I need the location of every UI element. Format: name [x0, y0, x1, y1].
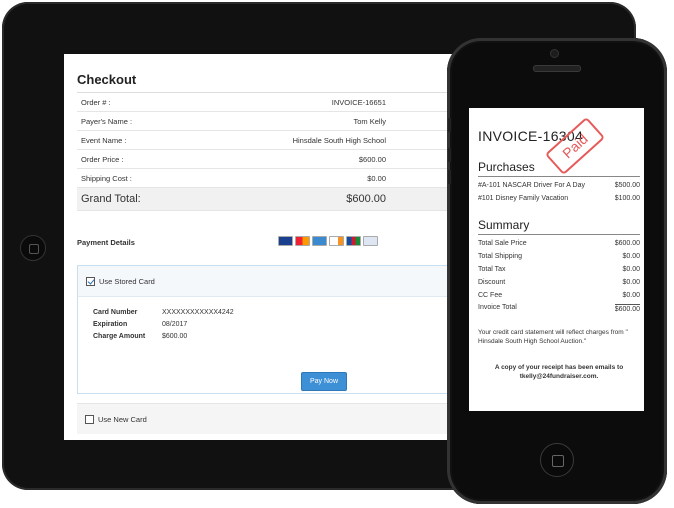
stored-card-panel: Use Stored Card Card Number XXXXXXXXXXXX… — [77, 265, 459, 394]
visa-icon — [278, 236, 293, 246]
new-card-checkbox[interactable] — [85, 414, 94, 424]
use-new-card-option[interactable]: Use New Card — [77, 403, 463, 434]
use-stored-card-option[interactable]: Use Stored Card — [78, 266, 458, 297]
order-number-label: Order # : — [81, 97, 111, 107]
summary-row: Total Shipping $0.00 — [478, 253, 640, 260]
summary-heading: Summary — [478, 218, 530, 232]
summary-label: Total Tax — [478, 266, 506, 273]
pay-now-button[interactable]: Pay Now — [301, 372, 347, 391]
summary-value: $0.00 — [622, 292, 640, 299]
card-number-value: XXXXXXXXXXXX4242 — [162, 308, 234, 316]
use-stored-card-label: Use Stored Card — [99, 276, 155, 286]
purchases-heading: Purchases — [478, 160, 535, 174]
charge-amount-label: Charge Amount — [93, 332, 146, 340]
order-number-row: Order # : INVOICE-16651 — [77, 93, 453, 112]
phone-home-button[interactable] — [540, 443, 574, 477]
order-price-value: $600.00 — [358, 154, 386, 164]
purchase-item: #A-101 NASCAR Driver For A Day $500.00 — [478, 182, 640, 189]
order-price-label: Order Price : — [81, 154, 124, 164]
grand-total-label: Grand Total: — [81, 193, 141, 205]
expiration-value: 08/2017 — [162, 320, 188, 328]
earpiece-speaker — [533, 65, 581, 72]
summary-label: Invoice Total — [478, 304, 517, 311]
summary-value: $0.00 — [622, 279, 640, 286]
mastercard-icon — [295, 236, 310, 246]
grand-total-row: Grand Total: $600.00 — [77, 188, 453, 211]
purchase-item-name: #A-101 NASCAR Driver For A Day — [478, 182, 585, 189]
charge-amount-value: $600.00 — [162, 332, 188, 340]
summary-value: $600.00 — [614, 240, 640, 247]
payer-name-row: Payer's Name : Tom Kelly — [77, 112, 453, 131]
summary-divider — [478, 234, 640, 235]
phone-device: INVOICE-16304 Paid Purchases #A-101 NASC… — [447, 38, 667, 504]
purchase-item-price: $500.00 — [614, 182, 640, 189]
stored-card-checkbox[interactable] — [86, 276, 95, 286]
event-name-value: Hinsdale South High School — [292, 135, 386, 145]
receipt-screen: INVOICE-16304 Paid Purchases #A-101 NASC… — [469, 108, 644, 411]
shipping-cost-label: Shipping Cost : — [81, 173, 132, 183]
summary-row: CC Fee $0.00 — [478, 292, 640, 299]
checkout-screen: Checkout Order # : INVOICE-16651 Payer's… — [64, 54, 463, 440]
summary-value: $0.00 — [622, 253, 640, 260]
use-new-card-label: Use New Card — [98, 414, 147, 424]
summary-row: Discount $0.00 — [478, 279, 640, 286]
summary-row: Total Sale Price $600.00 — [478, 240, 640, 247]
order-number-value: INVOICE-16651 — [331, 97, 386, 107]
payment-details-label: Payment Details — [77, 238, 135, 247]
jcb-icon — [346, 236, 361, 246]
purchase-item-price: $100.00 — [614, 195, 640, 202]
card-number-label: Card Number — [93, 308, 138, 316]
summary-row: Total Tax $0.00 — [478, 266, 640, 273]
payer-name-value: Tom Kelly — [353, 116, 386, 126]
mute-switch[interactable] — [448, 118, 451, 132]
front-camera — [550, 49, 559, 58]
checkout-title: Checkout — [77, 72, 137, 87]
stored-card-details: Card Number XXXXXXXXXXXX4242 Expiration … — [93, 306, 234, 342]
invoice-total-row: Invoice Total $600.00 — [478, 304, 640, 313]
purchase-item-name: #101 Disney Family Vacation — [478, 195, 569, 202]
summary-label: Discount — [478, 279, 506, 286]
event-name-row: Event Name : Hinsdale South High School — [77, 131, 453, 150]
discover-icon — [329, 236, 344, 246]
summary-label: CC Fee — [478, 292, 503, 299]
shipping-cost-value: $0.00 — [367, 173, 386, 183]
purchase-item: #101 Disney Family Vacation $100.00 — [478, 195, 640, 202]
order-price-row: Order Price : $600.00 — [77, 150, 453, 169]
summary-label: Total Shipping — [478, 253, 522, 260]
amex-icon — [312, 236, 327, 246]
summary-label: Total Sale Price — [478, 240, 527, 247]
diners-icon — [363, 236, 378, 246]
summary-value: $0.00 — [622, 266, 640, 273]
statement-note: Your credit card statement will reflect … — [478, 329, 628, 345]
volume-up-button[interactable] — [448, 148, 451, 162]
shipping-cost-row: Shipping Cost : $0.00 — [77, 169, 453, 188]
payer-name-label: Payer's Name : — [81, 116, 133, 126]
accepted-cards — [278, 236, 378, 246]
grand-total-value: $600.00 — [346, 193, 386, 205]
event-name-label: Event Name : — [81, 135, 127, 145]
purchases-divider — [478, 176, 640, 177]
paid-stamp: Paid — [544, 116, 606, 176]
summary-value: $600.00 — [614, 304, 640, 313]
order-summary-table: Order # : INVOICE-16651 Payer's Name : T… — [77, 92, 453, 211]
email-note: A copy of your receipt has been emails t… — [494, 364, 624, 380]
tablet-home-button[interactable] — [20, 235, 46, 261]
volume-down-button[interactable] — [448, 170, 451, 184]
expiration-label: Expiration — [93, 320, 128, 328]
